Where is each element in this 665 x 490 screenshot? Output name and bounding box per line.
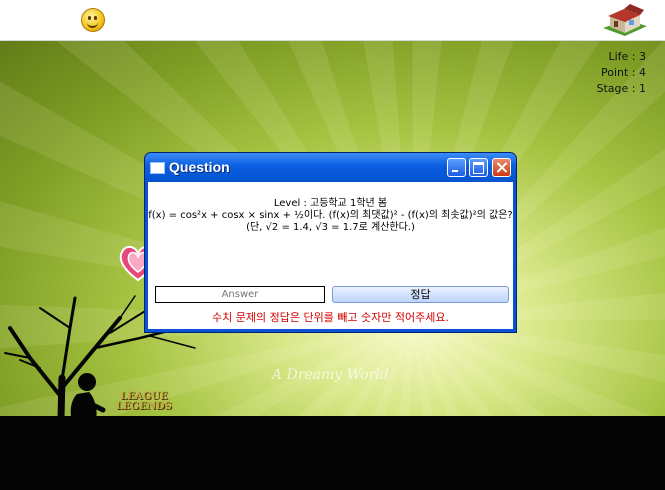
stage-counter: Stage : 1	[596, 82, 646, 95]
maximize-button[interactable]	[469, 158, 488, 177]
dialog-title: Question	[169, 159, 230, 175]
top-bar	[0, 0, 665, 41]
answer-input[interactable]	[155, 286, 325, 303]
question-line-1: f(x) = cos²x + cosx × sinx + ½이다. (f(x)의…	[148, 210, 513, 221]
hud-stats: Life : 3 Point : 4 Stage : 1	[597, 49, 646, 97]
close-button[interactable]	[492, 158, 511, 177]
dialog-titlebar[interactable]: Question	[145, 153, 516, 182]
answer-note: 수치 문제의 정답은 단위를 빼고 숫자만 적어주세요.	[212, 311, 449, 324]
dialog-body: Level : 고등학교 1학년 봄 f(x) = cos²x + cosx ×…	[148, 182, 513, 329]
smiley-face-icon[interactable]	[81, 8, 105, 32]
life-counter: Life : 3	[608, 50, 646, 63]
watermark-text: A Dreamy World	[272, 367, 389, 383]
child-silhouette	[63, 373, 109, 462]
question-text: Level : 고등학교 1학년 봄 f(x) = cos²x + cosx ×…	[148, 198, 513, 234]
minimize-button[interactable]	[447, 158, 466, 177]
level-label: Level : 고등학교 1학년 봄	[273, 198, 388, 209]
question-line-2: (단, √2 = 1.4, √3 = 1.7로 계산한다.)	[246, 222, 415, 233]
window-icon	[150, 162, 165, 174]
submit-answer-button[interactable]: 정답	[332, 286, 509, 303]
point-counter: Point : 4	[600, 66, 646, 79]
house-icon[interactable]	[600, 2, 650, 38]
question-dialog: Question Level : 고등학교 1학년 봄 f(x) = cos²x…	[144, 152, 517, 333]
